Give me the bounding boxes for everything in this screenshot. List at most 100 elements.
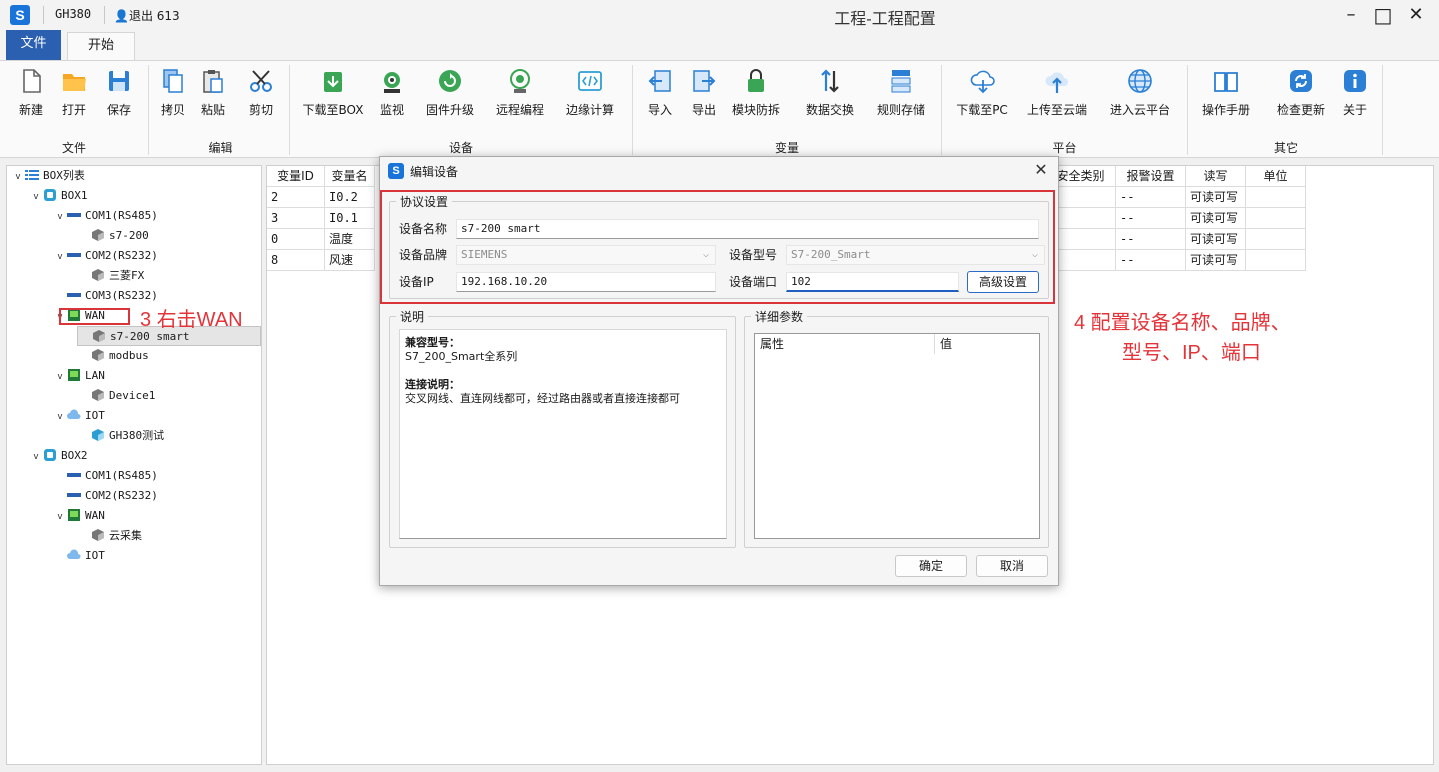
tree-node[interactable]: v IOT: [53, 406, 105, 426]
device-cube-icon: [91, 529, 109, 542]
box-tree[interactable]: v BOX列表 v BOX1 v COM1(RS485) s7-200 v COM2(RS232…: [6, 165, 262, 765]
cloud-upload-button[interactable]: 上传至云端: [1020, 65, 1094, 127]
close-window-button[interactable]: ✕: [1401, 2, 1431, 28]
ribbon-button-label: 下载至BOX: [302, 103, 364, 117]
maximize-button[interactable]: □: [1368, 2, 1398, 28]
description-text-area: 兼容型号： S7_200_Smart全系列 连接说明： 交叉网线、直连网线都可，…: [399, 329, 727, 539]
step4-annotation-line1: 4 配置设备名称、品牌、: [1074, 312, 1291, 334]
table-cell: --: [1116, 229, 1186, 250]
monitor-icon: [384, 72, 400, 93]
chevron-down-icon[interactable]: v: [11, 167, 25, 187]
tree-node-label: IOT: [85, 549, 105, 562]
tree-node[interactable]: v COM1(RS485): [53, 206, 158, 226]
remote-program-button[interactable]: 远程编程: [489, 65, 551, 127]
edge-compute-button[interactable]: 边缘计算: [559, 65, 621, 127]
globe-button[interactable]: 进入云平台: [1104, 65, 1176, 127]
table-cell: [1246, 187, 1306, 208]
detail-params-legend: 详细参数: [755, 310, 804, 324]
step4-annotation-line2: 型号、IP、端口: [1122, 342, 1261, 364]
globe-icon: [1128, 69, 1152, 93]
chevron-down-icon[interactable]: v: [53, 407, 67, 427]
download-box-button[interactable]: 下载至BOX: [300, 65, 366, 127]
save-button[interactable]: 保存: [103, 65, 135, 127]
dialog-close-button[interactable]: ✕: [1030, 159, 1052, 181]
lock-button[interactable]: 模块防拆: [728, 65, 784, 127]
firmware-upgrade-button[interactable]: 固件升级: [420, 65, 480, 127]
ribbon-button-label: 检查更新: [1276, 103, 1325, 117]
chevron-down-icon[interactable]: v: [53, 507, 67, 527]
tree-node[interactable]: v BOX2: [29, 446, 88, 466]
export-button[interactable]: 导出: [686, 65, 722, 127]
dialog-title: 编辑设备: [410, 165, 459, 179]
copy-icon: [163, 69, 183, 93]
manual-button[interactable]: 操作手册: [1196, 65, 1256, 127]
tree-node[interactable]: v WAN: [53, 506, 105, 526]
paste-button[interactable]: 粘贴: [197, 65, 229, 127]
edit-device-dialog: S 编辑设备 ✕ 协议设置 设备名称 s7-200 smart 设备品牌 SIE…: [379, 156, 1059, 586]
tree-node[interactable]: v BOX1: [29, 186, 88, 206]
tree-node[interactable]: COM1(RS485): [53, 466, 158, 486]
tree-node[interactable]: GH380测试: [77, 426, 164, 446]
new-file-button[interactable]: 新建: [16, 65, 46, 127]
cloud-upload-icon: [1045, 72, 1068, 93]
table-cell: 可读可写: [1186, 187, 1246, 208]
data-exchange-button[interactable]: 数据交换: [799, 65, 861, 127]
ribbon-button-label: 监视: [379, 103, 404, 117]
chevron-down-icon[interactable]: v: [29, 447, 43, 467]
info-button[interactable]: 关于: [1339, 65, 1371, 127]
chevron-down-icon[interactable]: v: [29, 187, 43, 207]
tree-node[interactable]: IOT: [53, 546, 105, 566]
rule-storage-button[interactable]: 规则存储: [870, 65, 932, 127]
tree-node[interactable]: 云采集: [77, 526, 142, 546]
tab-file[interactable]: 文件: [6, 30, 61, 60]
refresh-button[interactable]: 检查更新: [1268, 65, 1334, 127]
dialog-title-bar: S 编辑设备 ✕: [380, 157, 1058, 185]
firmware-upgrade-icon: [439, 70, 461, 92]
import-button[interactable]: 导入: [645, 65, 675, 127]
table-cell: 风速: [325, 250, 375, 271]
ribbon-button-label: 固件升级: [425, 103, 474, 117]
column-header[interactable]: 读写: [1186, 166, 1246, 187]
chevron-down-icon[interactable]: v: [53, 247, 67, 267]
ribbon-button-label: 关于: [1342, 103, 1367, 117]
download-box-icon: [324, 72, 342, 92]
tab-start[interactable]: 开始: [67, 32, 135, 60]
value-column-header[interactable]: 值: [935, 334, 1039, 354]
open-folder-icon: [63, 74, 86, 91]
cut-button[interactable]: 剪切: [241, 65, 281, 127]
open-folder-button[interactable]: 打开: [56, 65, 92, 127]
copy-button[interactable]: 拷贝: [157, 65, 189, 127]
minimize-button[interactable]: –: [1336, 2, 1366, 28]
tree-node[interactable]: Device1: [77, 386, 155, 406]
cancel-button[interactable]: 取消: [976, 555, 1048, 577]
tree-node[interactable]: modbus: [77, 346, 149, 366]
cloud-download-button[interactable]: 下载至PC: [950, 65, 1014, 127]
paste-icon: [203, 70, 223, 93]
device-cube-icon: [91, 389, 109, 402]
tree-node-label: Device1: [109, 389, 156, 402]
chevron-down-icon[interactable]: v: [53, 367, 67, 387]
serial-port-icon: [67, 209, 85, 222]
tree-node[interactable]: v COM2(RS232): [53, 246, 158, 266]
tree-node[interactable]: 三菱FX: [77, 266, 144, 286]
tree-node-label: s7-200: [109, 229, 149, 242]
chevron-down-icon[interactable]: v: [53, 207, 67, 227]
column-header[interactable]: 报警设置: [1116, 166, 1186, 187]
tree-node[interactable]: v BOX列表: [11, 166, 85, 186]
table-cell: 0: [267, 229, 325, 250]
tree-node[interactable]: v LAN: [53, 366, 105, 386]
ok-button[interactable]: 确定: [895, 555, 967, 577]
detail-params-list[interactable]: 属性 值: [754, 333, 1040, 539]
tree-node-label: COM1(RS485): [85, 469, 158, 482]
tree-node[interactable]: s7-200: [77, 226, 149, 246]
column-header[interactable]: 变量名: [325, 166, 375, 187]
tree-node-label: GH380测试: [109, 429, 165, 442]
ribbon-button-label: 进入云平台: [1109, 103, 1170, 117]
column-header[interactable]: 单位: [1246, 166, 1306, 187]
ribbon-button-label: 操作手册: [1201, 103, 1250, 117]
property-column-header[interactable]: 属性: [755, 334, 935, 354]
tree-node[interactable]: COM2(RS232): [53, 486, 158, 506]
column-header[interactable]: 变量ID: [267, 166, 325, 187]
monitor-button[interactable]: 监视: [374, 65, 410, 127]
box-icon: [43, 189, 61, 202]
